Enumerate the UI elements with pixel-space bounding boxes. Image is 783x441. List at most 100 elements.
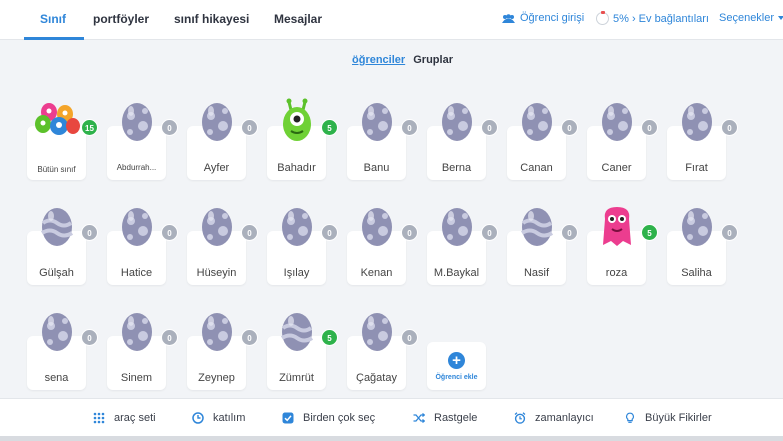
points-badge: 0 bbox=[81, 224, 98, 241]
student-card[interactable]: 0 sena bbox=[27, 313, 98, 390]
student-name: Ayfer bbox=[203, 162, 230, 174]
options-dropdown[interactable]: Seçenekler bbox=[719, 12, 783, 24]
points-badge: 0 bbox=[481, 119, 498, 136]
options-label: Seçenekler bbox=[719, 12, 775, 24]
student-card[interactable]: 0 Işılay bbox=[267, 208, 338, 285]
student-card[interactable]: 0 Gülşah bbox=[27, 208, 98, 285]
points-badge: 0 bbox=[241, 224, 258, 241]
student-card[interactable]: 0 Ayfer bbox=[187, 103, 258, 180]
whole-class-card[interactable]: 15 Bütün sınıf bbox=[27, 103, 98, 180]
lightbulb-icon bbox=[624, 412, 636, 424]
student-name: Çağatay bbox=[356, 372, 397, 384]
points-badge: 0 bbox=[401, 329, 418, 346]
student-card[interactable]: 0 Saliha bbox=[667, 208, 738, 285]
points-badge: 0 bbox=[401, 119, 418, 136]
random-label: Rastgele bbox=[434, 412, 478, 424]
student-card[interactable]: 5 roza bbox=[587, 207, 658, 285]
egg-avatar bbox=[597, 94, 637, 144]
student-name: Gülşah bbox=[39, 267, 74, 279]
points-badge: 0 bbox=[721, 224, 738, 241]
egg-avatar bbox=[677, 199, 717, 249]
add-student-label: Öğrenci ekle bbox=[435, 374, 478, 381]
student-name: Kenan bbox=[360, 267, 393, 279]
egg-avatar bbox=[117, 199, 157, 249]
big-ideas-button[interactable]: Büyük Fikirler bbox=[624, 412, 712, 424]
tab-portfolios[interactable]: portföyler bbox=[93, 12, 149, 26]
egg-avatar bbox=[517, 199, 557, 249]
student-name: Bahadır bbox=[277, 162, 316, 174]
points-badge: 0 bbox=[241, 119, 258, 136]
student-name: sena bbox=[44, 372, 69, 384]
plus-icon: + bbox=[448, 352, 465, 369]
student-card[interactable]: 0 Hüseyin bbox=[187, 208, 258, 285]
top-nav: Sınıf portföyler sınıf hikayesi Mesajlar… bbox=[0, 0, 783, 40]
student-name: Caner bbox=[601, 162, 632, 174]
window-bottom-edge bbox=[0, 436, 783, 441]
tab-class[interactable]: Sınıf bbox=[40, 12, 66, 26]
timer-label: zamanlayıcı bbox=[535, 412, 594, 424]
student-login-link[interactable]: Öğrenci girişi bbox=[502, 12, 584, 24]
student-card[interactable]: 0 Canan bbox=[507, 103, 578, 180]
student-name: Canan bbox=[520, 162, 553, 174]
egg-avatar bbox=[37, 304, 77, 354]
multi-select-label: Birden çok seç bbox=[303, 412, 376, 424]
points-badge: 5 bbox=[641, 224, 658, 241]
student-card[interactable]: 5 Zümrüt bbox=[267, 313, 338, 390]
student-card[interactable]: 0 Nasif bbox=[507, 208, 578, 285]
home-connections-link[interactable]: 5% › Ev bağlantıları bbox=[596, 11, 709, 25]
tab-messages[interactable]: Mesajlar bbox=[274, 12, 322, 26]
student-name: Berna bbox=[441, 162, 472, 174]
student-name: Hatice bbox=[120, 267, 153, 279]
bottom-toolbar: araç seti katılım Birden çok seç Rastgel… bbox=[0, 398, 783, 436]
student-name: Işılay bbox=[283, 267, 310, 279]
add-student-button[interactable]: + Öğrenci ekle bbox=[427, 342, 486, 390]
attendance-label: katılım bbox=[213, 412, 246, 424]
student-card[interactable]: 0 Hatice bbox=[107, 208, 178, 285]
student-card[interactable]: 5 Bahadır bbox=[267, 98, 338, 180]
student-name: Bütün sınıf bbox=[37, 165, 76, 174]
egg-avatar bbox=[117, 94, 157, 144]
random-button[interactable]: Rastgele bbox=[413, 412, 477, 424]
student-card[interactable]: 0 Çağatay bbox=[347, 313, 418, 390]
egg-avatar bbox=[197, 304, 237, 354]
student-card[interactable]: 0 Caner bbox=[587, 103, 658, 180]
student-card[interactable]: 0 Zeynep bbox=[187, 313, 258, 390]
student-card[interactable]: 0 Fırat bbox=[667, 103, 738, 180]
toolkit-label: araç seti bbox=[114, 412, 156, 424]
student-card[interactable]: 0 Berna bbox=[427, 103, 498, 180]
egg-avatar bbox=[357, 199, 397, 249]
points-badge: 0 bbox=[81, 329, 98, 346]
student-card[interactable]: 0 Banu bbox=[347, 103, 418, 180]
egg-avatar bbox=[437, 94, 477, 144]
student-name: Abdurrah... bbox=[116, 163, 157, 172]
student-card[interactable]: 0 Sinem bbox=[107, 313, 178, 390]
points-badge: 0 bbox=[241, 329, 258, 346]
shuffle-icon bbox=[413, 412, 425, 424]
timer-button[interactable]: zamanlayıcı bbox=[514, 412, 594, 424]
alarm-clock-icon bbox=[514, 412, 526, 424]
tab-class-story[interactable]: sınıf hikayesi bbox=[174, 12, 249, 26]
student-name: Fırat bbox=[685, 162, 708, 174]
attendance-button[interactable]: katılım bbox=[192, 412, 245, 424]
big-ideas-label: Büyük Fikirler bbox=[645, 412, 712, 424]
egg-avatar bbox=[197, 199, 237, 249]
pink-monster-avatar bbox=[597, 199, 637, 249]
student-name: Banu bbox=[363, 162, 390, 174]
student-name: Saliha bbox=[681, 267, 712, 279]
student-name: roza bbox=[605, 267, 628, 279]
tab-students[interactable]: öğrenciler bbox=[352, 54, 405, 66]
grid-dots-icon bbox=[93, 412, 105, 424]
student-card[interactable]: 0 Kenan bbox=[347, 208, 418, 285]
tab-groups[interactable]: Gruplar bbox=[413, 54, 453, 66]
student-name: Sinem bbox=[120, 372, 153, 384]
toolkit-button[interactable]: araç seti bbox=[93, 412, 156, 424]
progress-ring-icon bbox=[596, 11, 609, 25]
egg-avatar bbox=[117, 304, 157, 354]
student-card[interactable]: 0 Abdurrah... bbox=[107, 103, 178, 180]
egg-avatar bbox=[357, 94, 397, 144]
points-badge: 0 bbox=[401, 224, 418, 241]
multi-select-button[interactable]: Birden çok seç bbox=[282, 412, 375, 424]
points-badge: 0 bbox=[321, 224, 338, 241]
student-card[interactable]: 0 M.Baykal bbox=[427, 208, 498, 285]
points-badge: 5 bbox=[321, 329, 338, 346]
